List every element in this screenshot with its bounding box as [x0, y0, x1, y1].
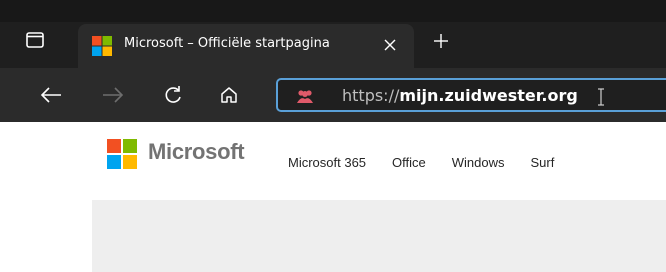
refresh-icon[interactable] [158, 80, 188, 110]
tab-title: Microsoft – Officiële startpagina [124, 36, 330, 51]
forward-arrow-icon[interactable] [98, 80, 128, 110]
active-tab[interactable]: Microsoft – Officiële startpagina [78, 24, 414, 68]
web-page: Microsoft Microsoft 365 Office Windows Surf [0, 122, 666, 272]
people-icon[interactable] [296, 88, 314, 104]
nav-link-surface[interactable]: Surf [531, 155, 555, 170]
browser-toolbar: https://mijn.zuidwester.org [0, 68, 666, 122]
url-scheme: https:// [342, 86, 400, 105]
url-domain: mijn.zuidwester.org [399, 86, 578, 105]
text-cursor-icon [596, 87, 606, 107]
plus-icon [434, 34, 448, 48]
microsoft-logo-icon[interactable] [107, 139, 137, 169]
nav-link-windows[interactable]: Windows [452, 155, 505, 170]
brand-name[interactable]: Microsoft [148, 139, 245, 165]
url-text[interactable]: https://mijn.zuidwester.org [342, 86, 578, 105]
nav-link-office[interactable]: Office [392, 155, 426, 170]
site-nav: Microsoft 365 Office Windows Surf [288, 152, 580, 171]
new-tab-button[interactable] [430, 30, 452, 52]
tab-strip: Microsoft – Officiële startpagina [0, 0, 666, 68]
home-icon[interactable] [214, 80, 244, 110]
microsoft-logo-icon [92, 36, 112, 56]
title-bar [0, 0, 666, 22]
close-tab-icon[interactable] [381, 36, 399, 54]
back-arrow-icon[interactable] [36, 80, 66, 110]
hero-banner [92, 200, 666, 272]
nav-link-microsoft-365[interactable]: Microsoft 365 [288, 155, 366, 170]
address-bar[interactable]: https://mijn.zuidwester.org [276, 78, 666, 112]
tab-actions-icon[interactable] [24, 30, 46, 50]
